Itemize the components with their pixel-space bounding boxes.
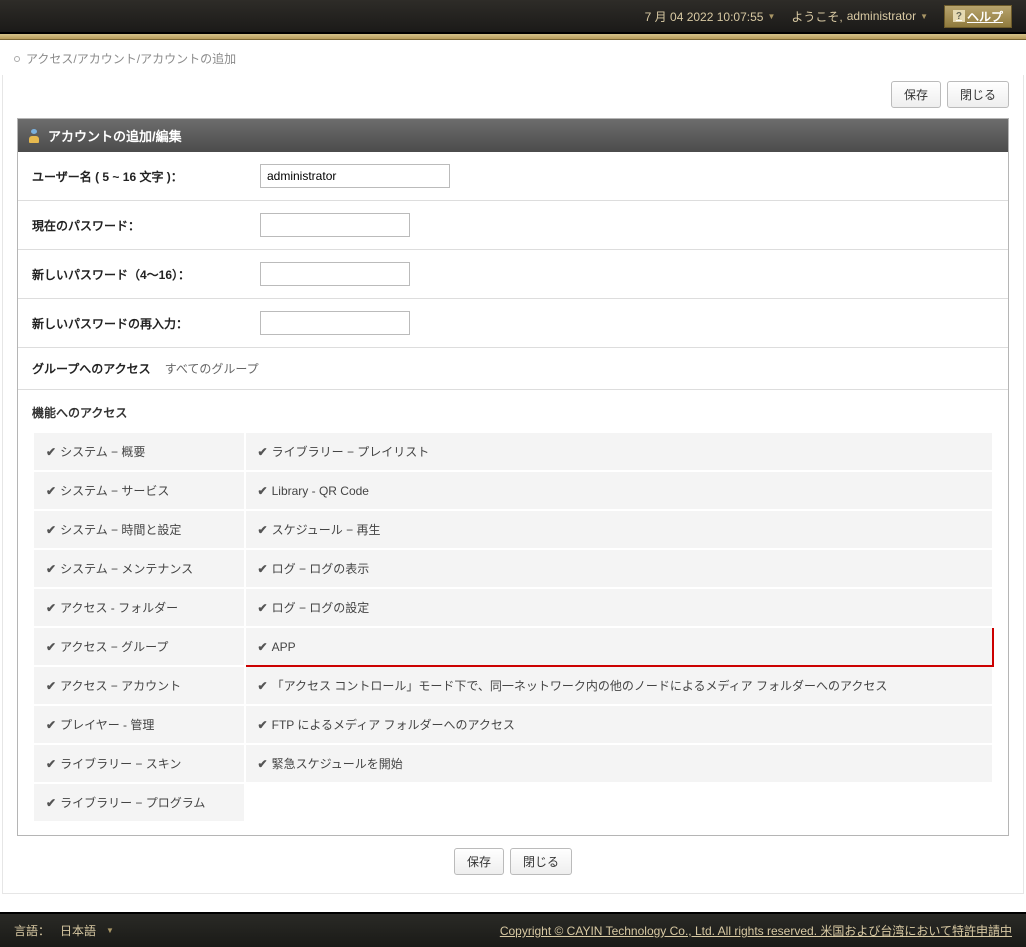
help-icon: ? [953, 10, 965, 22]
perm-cell[interactable]: ✔ログ − ログの表示 [245, 549, 993, 588]
check-icon: ✔ [258, 718, 268, 732]
group-access-label: グループへのアクセス [32, 360, 165, 377]
check-icon: ✔ [46, 562, 56, 576]
check-icon: ✔ [46, 523, 56, 537]
perm-cell[interactable]: ✔スケジュール − 再生 [245, 510, 993, 549]
breadcrumb-text: アクセス/アカウント/アカウントの追加 [26, 50, 236, 67]
welcome-username: administrator [847, 9, 916, 23]
permission-table: ✔システム − 概要 ✔ライブラリー − プレイリスト ✔システム − サービス… [32, 431, 994, 823]
new-password-input[interactable] [260, 262, 410, 286]
check-icon: ✔ [46, 445, 56, 459]
perm-cell[interactable]: ✔プレイヤー - 管理 [33, 705, 245, 744]
perm-cell[interactable]: ✔ログ − ログの設定 [245, 588, 993, 627]
top-bar: 7 月 04 2022 10:07:55 ▼ ようこそ, administrat… [0, 0, 1026, 34]
row-group-access: グループへのアクセス すべてのグループ [18, 348, 1008, 390]
chevron-down-icon: ▼ [767, 12, 775, 21]
datetime-text: 7 月 04 2022 10:07:55 [645, 8, 764, 25]
row-current-password: 現在のパスワード： [18, 201, 1008, 250]
perm-cell[interactable]: ✔システム − 概要 [33, 432, 245, 471]
table-row: ✔アクセス - フォルダー ✔ログ − ログの設定 [33, 588, 993, 627]
save-button[interactable]: 保存 [454, 848, 504, 875]
check-icon: ✔ [258, 679, 268, 693]
panel-title: アカウントの追加/編集 [48, 126, 182, 145]
table-row: ✔アクセス − グループ ✔APP [33, 627, 993, 666]
bottom-button-row: 保存 閉じる [17, 836, 1009, 875]
perm-cell[interactable]: ✔「アクセス コントロール」モード下で、同一ネットワーク内の他のノードによるメデ… [245, 666, 993, 705]
top-button-row: 保存 閉じる [17, 75, 1009, 118]
datetime-display[interactable]: 7 月 04 2022 10:07:55 ▼ [645, 8, 776, 25]
perm-cell[interactable]: ✔アクセス - フォルダー [33, 588, 245, 627]
check-icon: ✔ [258, 562, 268, 576]
chevron-down-icon: ▼ [106, 926, 114, 935]
check-icon: ✔ [46, 796, 56, 810]
table-row: ✔アクセス − アカウント ✔「アクセス コントロール」モード下で、同一ネットワ… [33, 666, 993, 705]
new-password-label: 新しいパスワード（4～16）： [32, 266, 260, 283]
perm-cell[interactable]: ✔ライブラリー − プレイリスト [245, 432, 993, 471]
help-label: ヘルプ [967, 8, 1003, 25]
copyright-text: Copyright © CAYIN Technology Co., Ltd. A… [500, 922, 1012, 939]
check-icon: ✔ [258, 640, 268, 654]
check-icon: ✔ [258, 445, 268, 459]
bullet-icon [14, 56, 20, 62]
check-icon: ✔ [258, 484, 268, 498]
current-password-label: 現在のパスワード： [32, 217, 260, 234]
close-button[interactable]: 閉じる [947, 81, 1009, 108]
confirm-password-label: 新しいパスワードの再入力： [32, 315, 260, 332]
content-area: 保存 閉じる アカウントの追加/編集 ユーザー名 ( 5 ~ 16 文字 )： … [2, 75, 1024, 894]
username-input[interactable] [260, 164, 450, 188]
table-row: ✔プレイヤー - 管理 ✔FTP によるメディア フォルダーへのアクセス [33, 705, 993, 744]
current-password-input[interactable] [260, 213, 410, 237]
check-icon: ✔ [258, 523, 268, 537]
perm-cell[interactable]: ✔緊急スケジュールを開始 [245, 744, 993, 783]
row-new-password: 新しいパスワード（4～16）： [18, 250, 1008, 299]
check-icon: ✔ [46, 484, 56, 498]
perm-cell[interactable]: ✔アクセス − アカウント [33, 666, 245, 705]
perm-cell[interactable]: ✔FTP によるメディア フォルダーへのアクセス [245, 705, 993, 744]
close-button[interactable]: 閉じる [510, 848, 572, 875]
perm-cell[interactable]: ✔システム − 時間と設定 [33, 510, 245, 549]
perm-cell[interactable]: ✔ライブラリー − プログラム [33, 783, 245, 822]
language-selector[interactable]: 言語： 日本語 ▼ [14, 922, 114, 939]
panel-body: ユーザー名 ( 5 ~ 16 文字 )： 現在のパスワード： 新しいパスワード（… [18, 152, 1008, 823]
perm-cell[interactable]: ✔アクセス − グループ [33, 627, 245, 666]
help-button[interactable]: ? ヘルプ [944, 5, 1012, 28]
check-icon: ✔ [46, 679, 56, 693]
perm-cell-app[interactable]: ✔APP [245, 627, 993, 666]
account-panel: アカウントの追加/編集 ユーザー名 ( 5 ~ 16 文字 )： 現在のパスワー… [17, 118, 1009, 836]
table-row: ✔システム − 時間と設定 ✔スケジュール − 再生 [33, 510, 993, 549]
table-row: ✔システム − 概要 ✔ライブラリー − プレイリスト [33, 432, 993, 471]
check-icon: ✔ [46, 601, 56, 615]
perm-cell[interactable]: ✔ライブラリー − スキン [33, 744, 245, 783]
table-row: ✔ライブラリー − プログラム [33, 783, 993, 822]
save-button[interactable]: 保存 [891, 81, 941, 108]
lang-value: 日本語 [60, 922, 96, 939]
username-label: ユーザー名 ( 5 ~ 16 文字 )： [32, 168, 260, 185]
footer-bar: 言語： 日本語 ▼ Copyright © CAYIN Technology C… [0, 912, 1026, 947]
breadcrumb: アクセス/アカウント/アカウントの追加 [0, 40, 1026, 75]
check-icon: ✔ [46, 757, 56, 771]
perm-cell[interactable]: ✔Library - QR Code [245, 471, 993, 510]
group-access-value: すべてのグループ [165, 360, 259, 377]
perm-cell-empty [245, 783, 993, 822]
perm-cell[interactable]: ✔システム − サービス [33, 471, 245, 510]
chevron-down-icon: ▼ [920, 12, 928, 21]
check-icon: ✔ [258, 757, 268, 771]
user-icon [28, 129, 42, 143]
table-row: ✔システム − メンテナンス ✔ログ − ログの表示 [33, 549, 993, 588]
table-row: ✔システム − サービス ✔Library - QR Code [33, 471, 993, 510]
row-confirm-password: 新しいパスワードの再入力： [18, 299, 1008, 348]
feature-access-title: 機能へのアクセス [18, 390, 1008, 431]
panel-header: アカウントの追加/編集 [18, 119, 1008, 152]
check-icon: ✔ [258, 601, 268, 615]
confirm-password-input[interactable] [260, 311, 410, 335]
perm-cell[interactable]: ✔システム − メンテナンス [33, 549, 245, 588]
row-username: ユーザー名 ( 5 ~ 16 文字 )： [18, 152, 1008, 201]
table-row: ✔ライブラリー − スキン ✔緊急スケジュールを開始 [33, 744, 993, 783]
welcome-prefix: ようこそ, [791, 8, 842, 25]
lang-label: 言語： [14, 922, 50, 939]
check-icon: ✔ [46, 718, 56, 732]
welcome-user[interactable]: ようこそ, administrator ▼ [791, 8, 928, 25]
check-icon: ✔ [46, 640, 56, 654]
